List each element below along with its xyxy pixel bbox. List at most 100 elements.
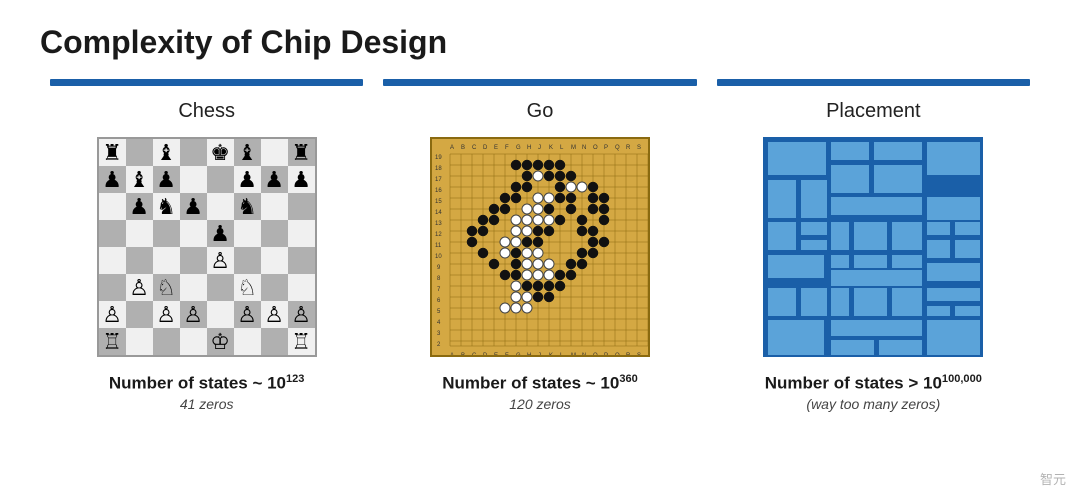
chess-cell: ♟ [261,166,288,193]
chess-cell [261,328,288,355]
chess-cell: ♙ [288,301,315,328]
placement-rect [800,179,828,219]
chess-cell [261,193,288,220]
svg-text:G: G [516,145,521,151]
chess-cell [261,220,288,247]
svg-text:10: 10 [435,254,442,260]
chess-stats: Number of states ~ 10123 [109,373,305,394]
svg-text:4: 4 [437,320,441,326]
chess-cell [153,247,180,274]
chess-cell: ♝ [126,166,153,193]
chess-cell [126,139,153,166]
chess-cell: ♞ [153,193,180,220]
svg-text:J: J [538,353,541,355]
svg-text:5: 5 [437,309,441,315]
svg-text:7: 7 [437,287,441,293]
placement-board [763,137,983,357]
svg-text:18: 18 [435,166,442,172]
chess-cell [288,247,315,274]
placement-rect [800,221,828,236]
go-sub: 120 zeros [509,396,570,412]
chess-cell: ♟ [234,166,261,193]
chess-board: ♜♝♚♝♜♟♝♟♟♟♟♟♞♟♞♟♙♙♘♘♙♙♙♙♙♙♖♔♖ [97,137,317,357]
placement-rect [830,141,870,161]
placement-rect [830,221,850,251]
chess-cell [180,220,207,247]
chess-cell: ♜ [99,139,126,166]
svg-text:N: N [582,353,586,355]
svg-text:A: A [450,145,454,151]
svg-text:Q: Q [615,145,620,151]
chess-cell: ♙ [207,247,234,274]
placement-rect [830,287,850,317]
chess-cell [180,166,207,193]
chess-cell [261,247,288,274]
svg-text:R: R [626,353,631,355]
svg-text:M: M [571,145,576,151]
chess-cell: ♘ [153,274,180,301]
chess-cell: ♔ [207,328,234,355]
placement-rect [926,239,951,259]
svg-text:F: F [505,353,509,355]
placement-rect [873,141,923,161]
placement-rect [853,221,888,251]
svg-text:H: H [527,353,531,355]
svg-text:6: 6 [437,298,441,304]
svg-text:O: O [593,145,598,151]
chess-cell [99,220,126,247]
chess-cell [153,220,180,247]
watermark: 智元 [1040,469,1066,488]
svg-text:13: 13 [435,221,442,227]
svg-text:15: 15 [435,199,442,205]
chess-cell [99,247,126,274]
chess-cell: ♟ [180,193,207,220]
svg-text:K: K [549,353,553,355]
svg-text:L: L [560,145,564,151]
placement-rect [767,221,797,251]
go-grid-svg: A B C D E F G H J K L M N O P Q R S T A [432,139,648,355]
svg-text:P: P [604,353,608,355]
chess-cell: ♙ [180,301,207,328]
chess-cell [207,274,234,301]
placement-rect [830,164,870,194]
chess-label: Chess [178,100,235,123]
placement-rect [767,254,825,279]
placement-rect [926,196,981,221]
svg-text:12: 12 [435,232,442,238]
chess-cell [126,220,153,247]
go-stats: Number of states ~ 10360 [442,373,638,394]
chess-cell [180,274,207,301]
chess-cell [126,247,153,274]
placement-rect [767,141,827,176]
svg-text:S: S [637,353,641,355]
placement-rect [926,141,981,176]
chess-cell [180,328,207,355]
chess-cell [234,328,261,355]
svg-text:B: B [461,353,465,355]
chess-cell: ♙ [99,301,126,328]
chess-cell [99,193,126,220]
svg-text:11: 11 [435,243,442,249]
placement-rect [830,269,923,287]
svg-text:E: E [494,353,498,355]
chess-cell [126,301,153,328]
svg-text:S: S [637,145,641,151]
svg-text:N: N [582,145,586,151]
chess-cell: ♟ [99,166,126,193]
chess-cell: ♞ [234,193,261,220]
chess-cell: ♙ [126,274,153,301]
chess-cell [207,301,234,328]
go-column: Go A B C D E F G H J K L M N O P Q R [373,79,706,412]
chess-cell [126,328,153,355]
svg-text:9: 9 [437,265,441,271]
chess-cell [288,193,315,220]
svg-text:C: C [472,353,477,355]
chess-cell: ♟ [153,166,180,193]
chess-cell [288,220,315,247]
chess-column: Chess ♜♝♚♝♜♟♝♟♟♟♟♟♞♟♞♟♙♙♘♘♙♙♙♙♙♙♖♔♖ Numb… [40,79,373,412]
placement-rect [954,305,981,317]
chess-cell [207,193,234,220]
placement-rect [926,287,981,302]
svg-text:O: O [593,353,598,355]
chess-cell: ♘ [234,274,261,301]
